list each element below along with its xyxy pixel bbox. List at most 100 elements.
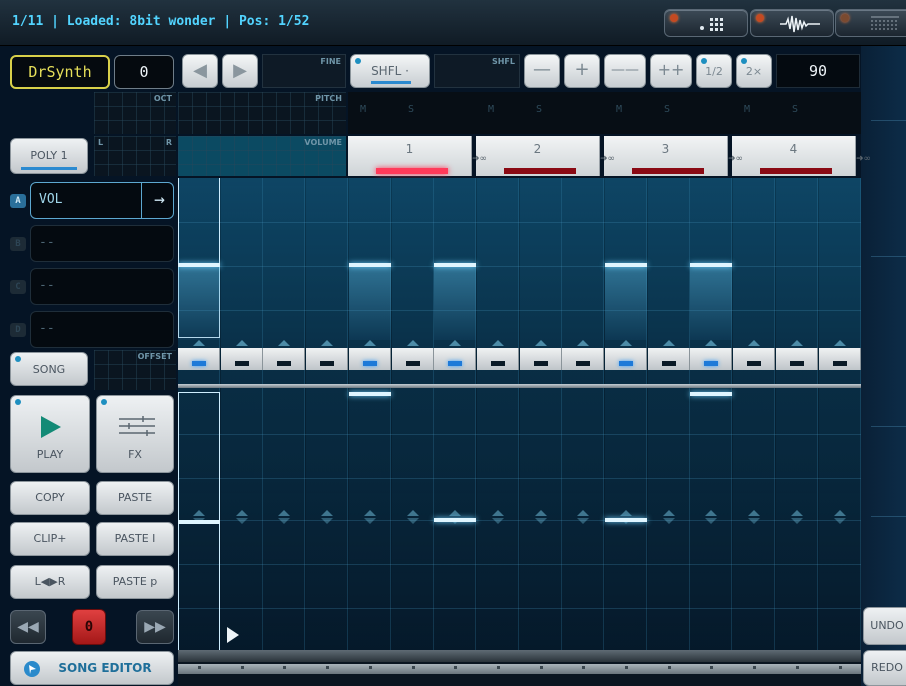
step-column[interactable] bbox=[519, 178, 562, 650]
plus-button[interactable]: + bbox=[564, 54, 600, 88]
step-toggle[interactable] bbox=[263, 348, 306, 370]
step-column[interactable] bbox=[434, 178, 477, 650]
step-column[interactable] bbox=[605, 178, 647, 650]
swap-lr-button[interactable]: L◀▶R bbox=[10, 565, 90, 599]
mute-toggle[interactable]: M bbox=[360, 104, 366, 115]
step-column[interactable] bbox=[775, 178, 818, 650]
right-scroll-column[interactable] bbox=[861, 46, 906, 686]
step-column[interactable] bbox=[647, 178, 690, 650]
step-column[interactable] bbox=[476, 178, 519, 650]
step-toggle[interactable] bbox=[519, 348, 562, 370]
instrument-name[interactable]: DrSynth bbox=[10, 55, 110, 89]
minus-minus-button[interactable]: —— bbox=[604, 54, 646, 88]
step-column[interactable] bbox=[306, 178, 349, 650]
paste-p-button[interactable]: PASTE p bbox=[96, 565, 174, 599]
solo-toggle[interactable]: S bbox=[408, 104, 414, 115]
next-button[interactable]: ▶ bbox=[222, 54, 258, 88]
slot-row[interactable]: A VOL → bbox=[8, 182, 174, 219]
mode-button-mixer[interactable] bbox=[835, 9, 906, 37]
value-bar[interactable] bbox=[434, 263, 477, 267]
pattern-tab[interactable]: 1 ➜∞ bbox=[348, 136, 487, 176]
value-bar[interactable] bbox=[178, 263, 220, 267]
tempo-display[interactable]: 90 bbox=[776, 54, 860, 88]
instrument-number[interactable]: 0 bbox=[114, 55, 174, 89]
mute-toggle[interactable]: M bbox=[488, 104, 494, 115]
minus-button[interactable]: — bbox=[524, 54, 560, 88]
step-toggle[interactable] bbox=[647, 348, 690, 370]
mute-toggle[interactable]: M bbox=[744, 104, 750, 115]
value-bar[interactable] bbox=[690, 392, 733, 396]
step-toggle[interactable] bbox=[434, 348, 477, 370]
counter-button[interactable]: 0 bbox=[72, 609, 106, 645]
step-toggle[interactable] bbox=[391, 348, 434, 370]
half-button[interactable]: 1/2 bbox=[696, 54, 732, 88]
step-toggle[interactable] bbox=[306, 348, 349, 370]
step-column[interactable] bbox=[733, 178, 776, 650]
value-bar[interactable] bbox=[348, 392, 391, 396]
clip-plus-button[interactable]: CLIP+ bbox=[10, 522, 90, 556]
song-button[interactable]: SONG bbox=[10, 352, 88, 386]
pattern-tab[interactable]: 2 ➜∞ bbox=[476, 136, 615, 176]
step-column[interactable] bbox=[348, 178, 391, 650]
offset-panel[interactable]: OFFSET bbox=[94, 350, 176, 390]
pan-panel[interactable]: LR bbox=[94, 136, 176, 176]
slot-field[interactable]: -- bbox=[30, 268, 174, 305]
slot-field[interactable]: -- bbox=[30, 311, 174, 348]
value-bar[interactable] bbox=[434, 518, 477, 522]
pattern-tab[interactable]: 4 ➜∞ bbox=[732, 136, 871, 176]
slot-row[interactable]: B -- bbox=[8, 225, 174, 262]
value-bar[interactable] bbox=[178, 520, 220, 524]
octave-panel[interactable]: OCT bbox=[94, 92, 176, 134]
play-button[interactable]: PLAY bbox=[10, 395, 90, 473]
slot-field[interactable]: VOL → bbox=[30, 182, 174, 219]
value-bar[interactable] bbox=[605, 518, 647, 522]
step-toggle[interactable] bbox=[220, 348, 263, 370]
step-toggle[interactable] bbox=[605, 348, 647, 370]
value-bar[interactable] bbox=[348, 263, 391, 267]
double-button[interactable]: 2× bbox=[736, 54, 772, 88]
paste-button[interactable]: PASTE bbox=[96, 481, 174, 515]
shuffle-button[interactable]: SHFL · bbox=[350, 54, 430, 88]
position-track[interactable] bbox=[178, 627, 861, 686]
step-column[interactable] bbox=[562, 178, 605, 650]
step-toggle[interactable] bbox=[818, 348, 861, 370]
value-bar[interactable] bbox=[605, 263, 647, 267]
copy-button[interactable]: COPY bbox=[10, 481, 90, 515]
mode-button-sampler[interactable] bbox=[750, 9, 834, 37]
slot-row[interactable]: C -- bbox=[8, 268, 174, 305]
pitch-panel[interactable]: PITCH bbox=[178, 92, 346, 134]
step-toggle[interactable] bbox=[690, 348, 733, 370]
step-toggle[interactable] bbox=[562, 348, 605, 370]
step-toggle[interactable] bbox=[775, 348, 818, 370]
rewind-button[interactable]: ◀◀ bbox=[10, 610, 46, 644]
mode-button-pads[interactable] bbox=[664, 9, 748, 37]
solo-toggle[interactable]: S bbox=[664, 104, 670, 115]
volume-panel[interactable]: VOLUME bbox=[178, 136, 346, 176]
pattern-tab[interactable]: 3 ➜∞ bbox=[604, 136, 743, 176]
slot-row[interactable]: D -- bbox=[8, 311, 174, 348]
step-column[interactable] bbox=[818, 178, 861, 650]
mute-toggle[interactable]: M bbox=[616, 104, 622, 115]
fine-panel[interactable]: FINE bbox=[262, 54, 346, 88]
fx-button[interactable]: FX bbox=[96, 395, 174, 473]
step-column[interactable] bbox=[690, 178, 733, 650]
solo-toggle[interactable]: S bbox=[536, 104, 542, 115]
paste-insert-button[interactable]: PASTE I bbox=[96, 522, 174, 556]
undo-button[interactable]: UNDO bbox=[863, 607, 906, 645]
forward-button[interactable]: ▶▶ bbox=[136, 610, 174, 644]
value-bar[interactable] bbox=[690, 263, 733, 267]
step-column[interactable] bbox=[220, 178, 263, 650]
plus-plus-button[interactable]: ++ bbox=[650, 54, 692, 88]
step-column[interactable] bbox=[263, 178, 306, 650]
poly-button[interactable]: POLY 1 bbox=[10, 138, 88, 174]
slot-field[interactable]: -- bbox=[30, 225, 174, 262]
step-toggle[interactable] bbox=[476, 348, 519, 370]
step-toggle[interactable] bbox=[178, 348, 220, 370]
song-editor-button[interactable]: SONG EDITOR bbox=[10, 651, 174, 685]
prev-button[interactable]: ◀ bbox=[182, 54, 218, 88]
step-grid[interactable] bbox=[178, 178, 861, 650]
step-toggle[interactable] bbox=[348, 348, 391, 370]
redo-button[interactable]: REDO bbox=[863, 650, 906, 686]
step-column[interactable] bbox=[391, 178, 434, 650]
step-toggle[interactable] bbox=[733, 348, 776, 370]
